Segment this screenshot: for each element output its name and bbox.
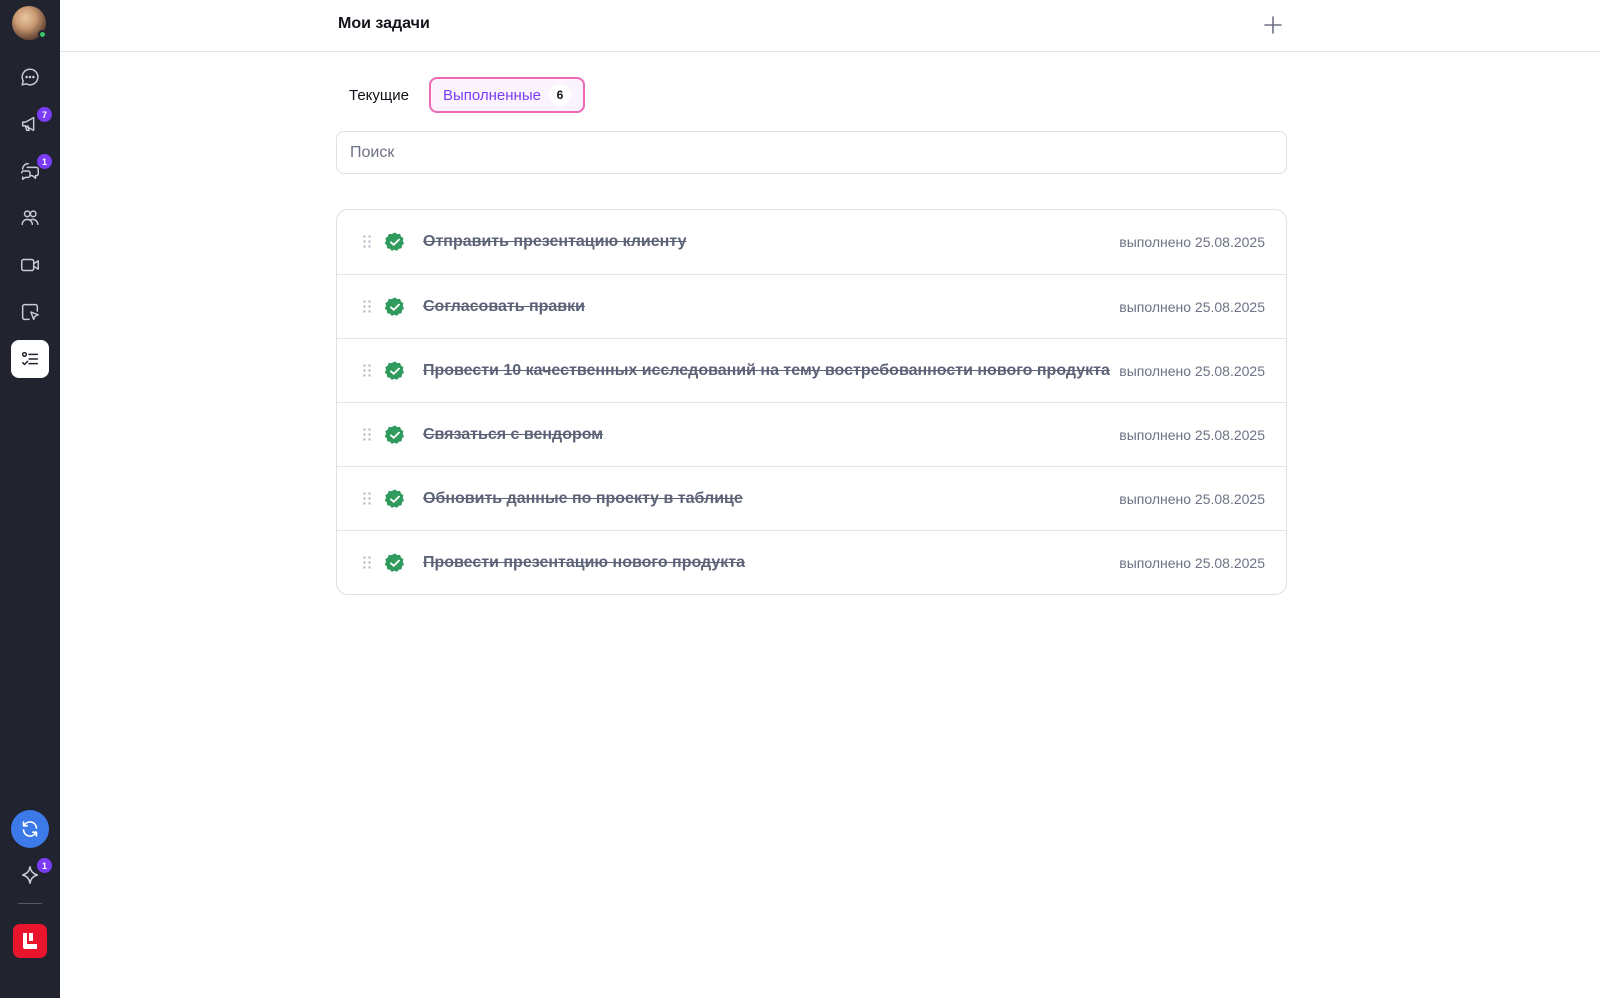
video-icon — [21, 258, 39, 272]
drag-handle-icon[interactable] — [363, 556, 371, 569]
drag-handle-icon[interactable] — [363, 492, 371, 505]
task-row[interactable]: Обновить данные по проекту в таблице вып… — [337, 466, 1286, 530]
plus-icon — [1264, 16, 1282, 34]
task-title: Отправить презентацию клиенту — [423, 233, 687, 250]
completed-check-icon[interactable] — [384, 231, 406, 253]
completed-check-icon[interactable] — [384, 296, 406, 318]
threads-badge: 1 — [37, 154, 52, 169]
team-icon — [21, 210, 39, 226]
chat-icon — [21, 68, 39, 86]
completed-check-icon[interactable] — [384, 360, 406, 382]
sidebar-item-tasks[interactable] — [11, 340, 49, 378]
drag-handle-icon[interactable] — [363, 300, 371, 313]
sidebar-item-chats[interactable] — [11, 58, 49, 96]
tab-completed-label: Выполненные — [442, 86, 541, 104]
ai-assistant-badge: 1 — [37, 858, 52, 873]
drag-handle-icon[interactable] — [363, 235, 371, 248]
sidebar-item-boards[interactable] — [11, 293, 49, 331]
sync-button[interactable] — [11, 810, 49, 848]
sidebar-divider — [18, 903, 42, 904]
task-row[interactable]: Провести презентацию нового продукта вып… — [337, 530, 1286, 594]
completed-check-icon[interactable] — [384, 488, 406, 510]
task-row[interactable]: Согласовать правки выполнено 25.08.2025 — [337, 274, 1286, 338]
completed-check-icon[interactable] — [384, 552, 406, 574]
task-title: Связаться с вендором — [423, 425, 604, 443]
tab-completed[interactable]: Выполненные 6 — [428, 77, 585, 113]
brand-logo[interactable] — [13, 924, 47, 958]
add-task-button[interactable] — [1260, 12, 1286, 38]
task-title: Провести 10 качественных исследований на… — [423, 361, 1110, 379]
task-completed-date: выполнено 25.08.2025 — [1119, 490, 1265, 507]
task-completed-date: выполнено 25.08.2025 — [1119, 298, 1265, 315]
task-title: Провести презентацию нового продукта — [423, 553, 746, 571]
page-title: Мои задачи — [338, 15, 430, 32]
drag-handle-icon[interactable] — [363, 428, 371, 441]
page-header: Мои задачи — [60, 0, 1600, 52]
user-avatar[interactable] — [12, 6, 47, 40]
task-completed-date: выполнено 25.08.2025 — [1119, 234, 1265, 250]
sidebar: 7 1 1 — [0, 0, 60, 998]
sync-icon — [22, 821, 38, 837]
task-row[interactable]: Отправить презентацию клиенту выполнено … — [337, 210, 1286, 274]
tab-current[interactable]: Текущие — [337, 77, 421, 113]
completed-task-list: Отправить презентацию клиенту выполнено … — [336, 209, 1287, 595]
sidebar-item-threads[interactable]: 1 — [11, 152, 52, 190]
task-completed-date: выполнено 25.08.2025 — [1119, 362, 1265, 379]
whiteboard-icon — [21, 303, 39, 321]
drag-handle-icon[interactable] — [363, 364, 371, 377]
channels-badge: 7 — [37, 107, 52, 122]
tasks-icon — [21, 351, 39, 366]
sidebar-item-teams[interactable] — [11, 199, 49, 237]
search-input[interactable] — [336, 131, 1287, 174]
sidebar-item-ai-assistant[interactable]: 1 — [11, 856, 52, 894]
task-row[interactable]: Провести 10 качественных исследований на… — [337, 338, 1286, 402]
online-status-dot — [38, 30, 47, 39]
sidebar-item-channels[interactable]: 7 — [11, 105, 52, 143]
sidebar-item-video[interactable] — [11, 246, 49, 284]
task-completed-date: выполнено 25.08.2025 — [1119, 426, 1265, 443]
task-row[interactable]: Связаться с вендором выполнено 25.08.202… — [337, 402, 1286, 466]
tab-current-label: Текущие — [349, 86, 409, 104]
task-tabs: Текущие Выполненные 6 — [337, 77, 585, 113]
logo-icon — [23, 933, 37, 949]
completed-check-icon[interactable] — [384, 424, 406, 446]
task-title: Обновить данные по проекту в таблице — [423, 489, 743, 507]
task-title: Согласовать правки — [423, 297, 585, 315]
completed-count-badge: 6 — [548, 84, 571, 106]
task-completed-date: выполнено 25.08.2025 — [1119, 554, 1265, 571]
